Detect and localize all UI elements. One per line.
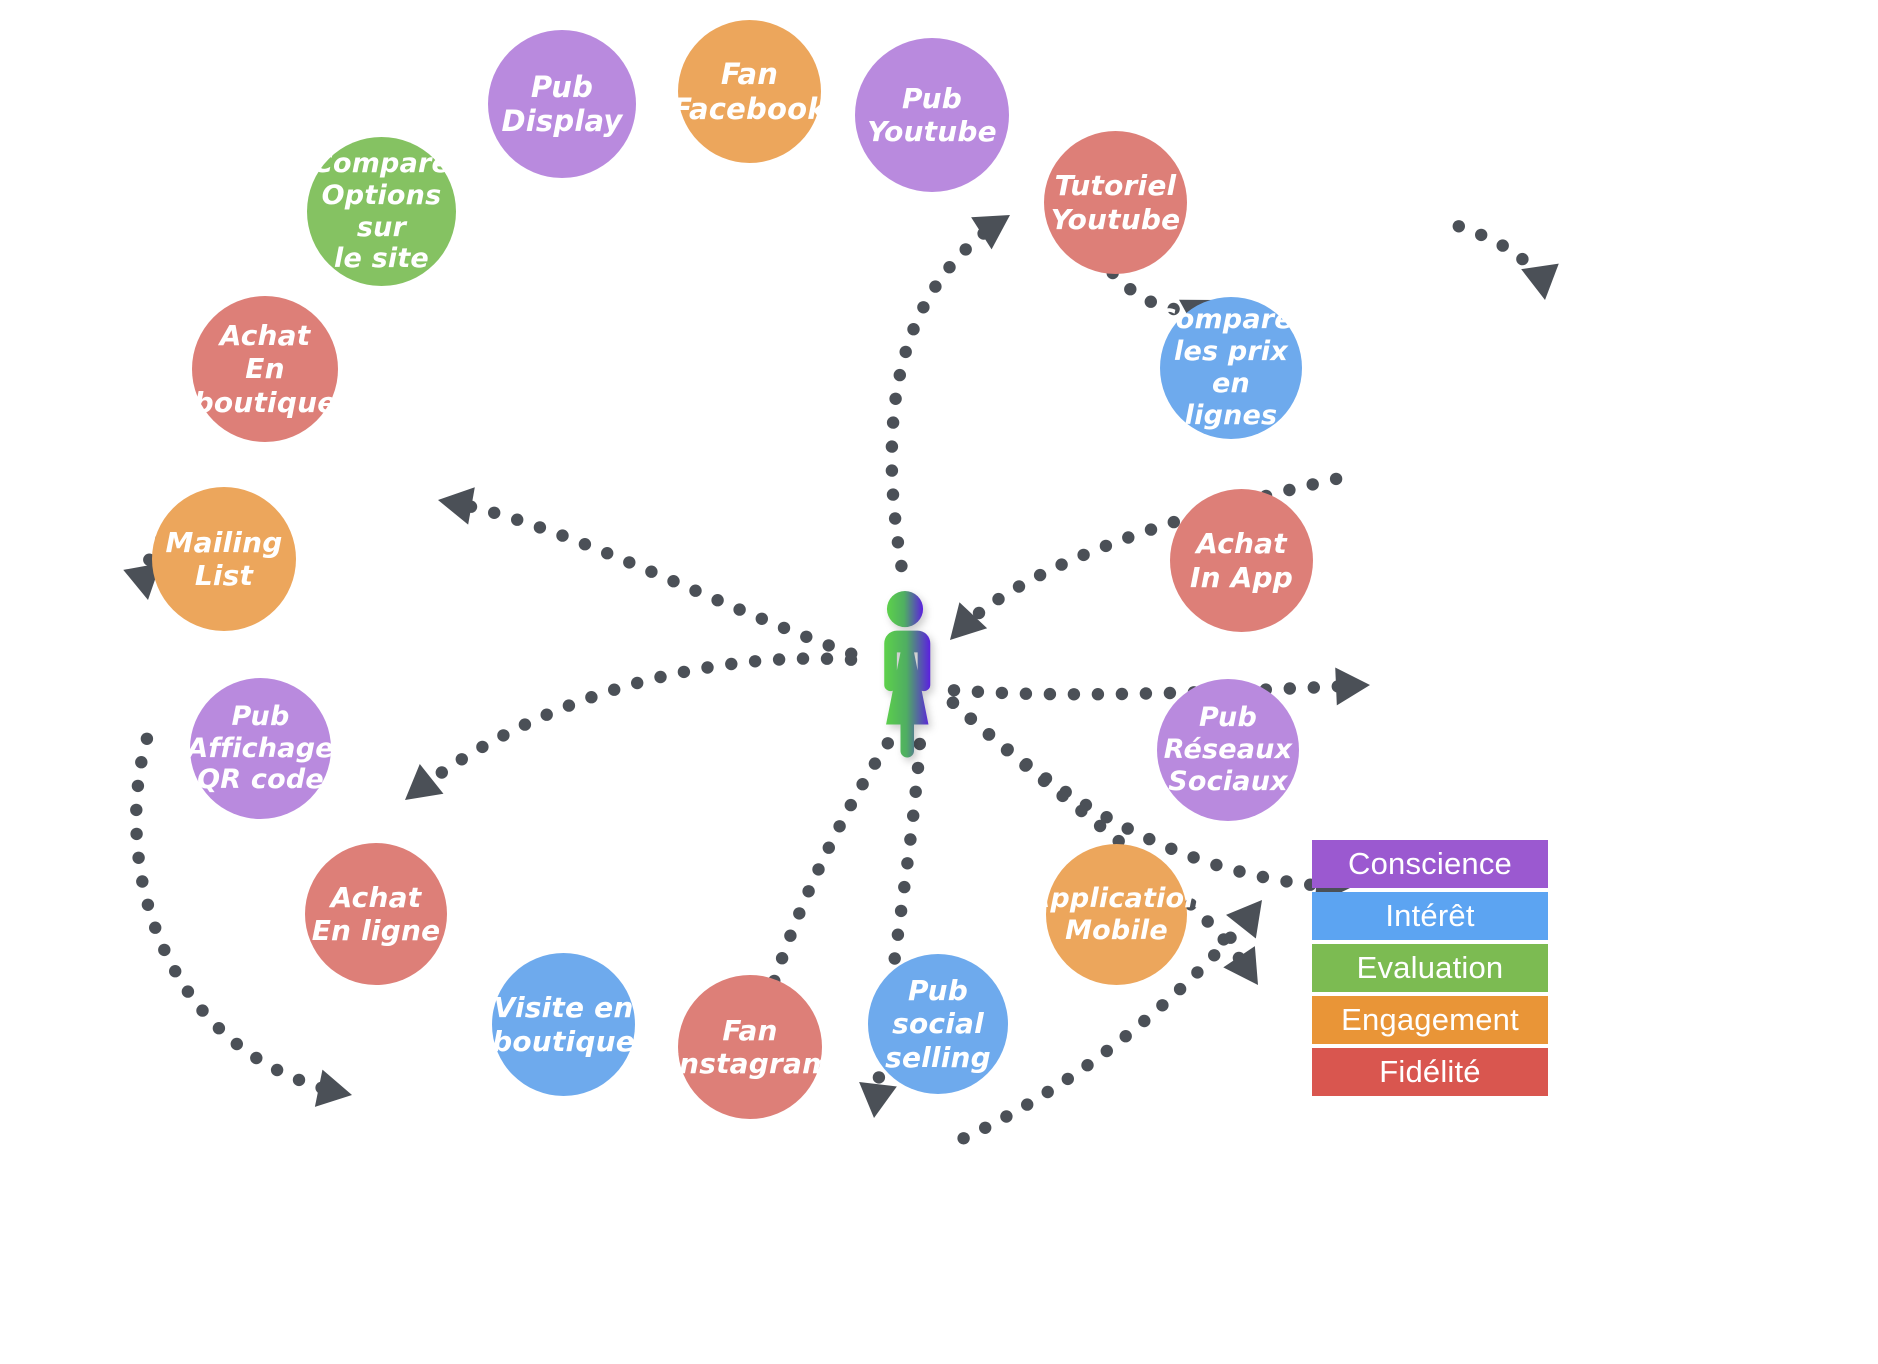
arrow-head bbox=[971, 215, 1010, 250]
connector-tutoriel-to-comparer bbox=[1452, 220, 1559, 300]
node-pub-social-selling[interactable]: Pub social selling bbox=[868, 954, 1008, 1094]
node-label: Pub Affichage QR code bbox=[187, 700, 334, 796]
node-label: Tutoriel Youtube bbox=[1050, 169, 1181, 236]
legend: Conscience Intérêt Evaluation Engagement Fid… bbox=[1312, 840, 1548, 1096]
persona-silhouette-icon bbox=[884, 590, 931, 758]
node-pub-affichage-qr-code[interactable]: Pub Affichage QR code bbox=[187, 678, 334, 819]
legend-item-label: Evaluation bbox=[1356, 950, 1504, 985]
arrow-head bbox=[438, 487, 475, 525]
node-label: Achat In App bbox=[1189, 527, 1294, 594]
arrow-head bbox=[1226, 900, 1262, 939]
node-fan-facebook[interactable]: Fan Facebook bbox=[672, 20, 827, 163]
node-compare-options-sur-le-site[interactable]: Compare Options sur le site bbox=[307, 137, 456, 286]
legend-item-label: Fidélité bbox=[1379, 1054, 1481, 1089]
node-pub-reseaux-sociaux[interactable]: Pub Réseaux Sociaux bbox=[1157, 679, 1299, 821]
legend-item-label: Conscience bbox=[1348, 846, 1512, 881]
node-label: Pub Youtube bbox=[867, 81, 997, 148]
node-label: Pub Display bbox=[501, 69, 623, 138]
node-label: Comparer les prix en lignes bbox=[1155, 304, 1307, 431]
legend-item-engagement[interactable]: Engagement bbox=[1312, 996, 1548, 1044]
node-achat-en-ligne[interactable]: Achat En ligne bbox=[305, 843, 447, 985]
node-label: Visite en boutique bbox=[492, 991, 635, 1058]
connector-persona-to-achat-in-app bbox=[947, 667, 1370, 706]
legend-item-conscience[interactable]: Conscience bbox=[1312, 840, 1548, 888]
legend-item-evaluation[interactable]: Evaluation bbox=[1312, 944, 1548, 992]
arrow-head bbox=[1521, 263, 1559, 300]
arrow-head bbox=[950, 602, 988, 640]
arrow-head bbox=[1223, 946, 1258, 985]
node-label: Pub social selling bbox=[885, 974, 991, 1074]
node-label: Achat En boutique bbox=[193, 319, 337, 419]
legend-item-intrt[interactable]: Intérêt bbox=[1312, 892, 1548, 940]
connector-persona-to-achat-boutique bbox=[438, 487, 858, 660]
node-label: Achat En ligne bbox=[311, 880, 441, 947]
node-visite-en-boutique[interactable]: Visite en boutique bbox=[492, 953, 635, 1096]
node-label: Pub Réseaux Sociaux bbox=[1163, 702, 1293, 797]
connector-persona-to-pub-youtube bbox=[885, 215, 1010, 573]
legend-item-label: Engagement bbox=[1341, 1002, 1519, 1037]
node-achat-en-boutique[interactable]: Achat En boutique bbox=[192, 296, 338, 442]
node-tutoriel-youtube[interactable]: Tutoriel Youtube bbox=[1044, 131, 1187, 274]
arrow-head bbox=[314, 1069, 352, 1107]
legend-item-label: Intérêt bbox=[1385, 898, 1475, 933]
legend-item-fidlit[interactable]: Fidélité bbox=[1312, 1048, 1548, 1096]
node-comparer-les-prix-en-lignes[interactable]: Comparer les prix en lignes bbox=[1156, 297, 1306, 439]
node-pub-display[interactable]: Pub Display bbox=[488, 30, 636, 178]
arrow-head bbox=[859, 1082, 897, 1118]
arrow-head bbox=[1335, 667, 1370, 706]
node-mailing-list[interactable]: Mailing List bbox=[152, 487, 296, 631]
connector-persona-to-pub-affichage bbox=[405, 652, 858, 800]
node-label: Fan Instagram bbox=[668, 1013, 832, 1080]
diagram-canvas: Compare Options sur le site Pub Display Fa… bbox=[0, 0, 1878, 1364]
node-pub-youtube[interactable]: Pub Youtube bbox=[855, 38, 1009, 192]
node-label: Application Mobile bbox=[1029, 882, 1204, 946]
node-label: Fan Facebook bbox=[672, 57, 827, 126]
node-label: Mailing List bbox=[165, 525, 283, 592]
node-fan-instagram[interactable]: Fan Instagram bbox=[668, 975, 831, 1119]
node-label: Compare Options sur le site bbox=[312, 147, 451, 275]
arrow-head bbox=[405, 763, 444, 800]
node-application-mobile[interactable]: Application Mobile bbox=[1029, 844, 1204, 985]
node-achat-in-app[interactable]: Achat In App bbox=[1170, 489, 1313, 632]
